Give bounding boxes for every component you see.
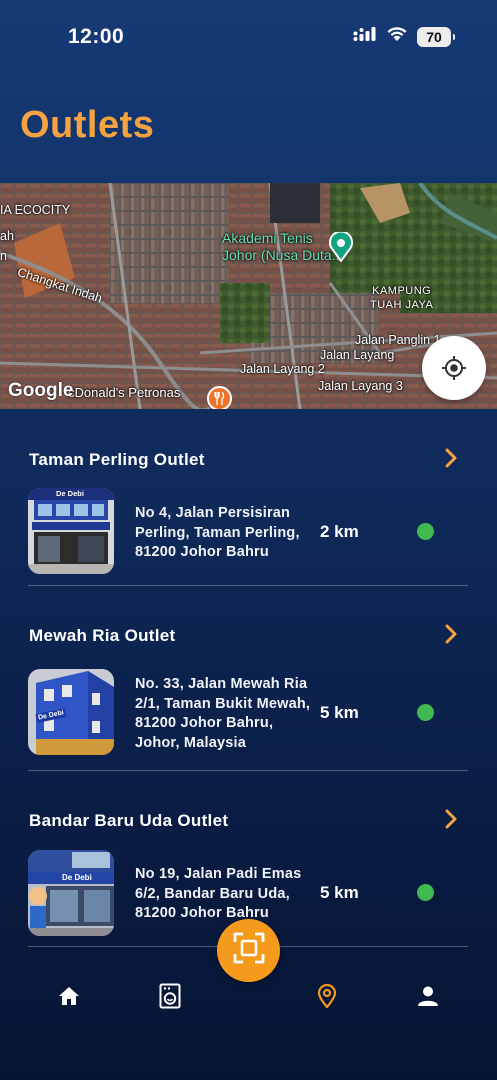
outlet-distance: 5 km [320,703,359,722]
map-label-kampung: KAMPUNG TUAH JAYA [370,285,434,311]
cellular-signal-icon [353,26,377,47]
outlet-map[interactable]: IA ECOCITY ah n Changkat Indah Akademi T… [0,183,497,409]
scan-button[interactable] [217,919,280,982]
outlet-address: No 19, Jalan Padi Emas 6/2, Bandar Baru … [135,866,302,921]
outlet-address: No. 33, Jalan Mewah Ria 2/1, Taman Bukit… [135,676,311,751]
chevron-right-icon[interactable] [443,448,459,473]
scan-icon [233,932,265,969]
status-time: 12:00 [68,25,125,48]
map-label-panglin: Jalan Panglin 1 [355,333,441,347]
nav-outlets[interactable] [307,982,347,1014]
profile-icon [417,986,439,1011]
divider [28,770,468,771]
outlet-thumbnail: De Debi [28,669,114,755]
outlet-header[interactable]: Taman Perling Outlet [28,430,468,469]
wifi-icon [386,26,408,47]
outlet-thumbnail-sign: De Debi [62,873,92,882]
nav-home[interactable] [49,982,89,1014]
google-attribution: Google [8,380,74,401]
nav-profile[interactable] [408,982,448,1014]
status-icons: 70 [353,26,455,47]
map-label-layang3: Jalan Layang 3 [318,379,403,393]
home-icon [58,986,80,1011]
status-bar: 12:00 70 [0,0,497,75]
outlet-thumbnail-sign: De Debi [56,489,84,498]
outlet-distance: 5 km [320,883,359,902]
outlet-status-indicator [417,884,434,901]
map-label-ecocity: IA ECOCITY [0,203,71,217]
outlet-header[interactable]: Bandar Baru Uda Outlet [28,791,468,830]
outlet-distance: 2 km [320,522,359,541]
my-location-icon [440,354,468,382]
battery-level: 70 [426,28,442,45]
page-title: Outlets [20,104,155,146]
battery-icon: 70 [417,26,455,47]
map-pin-icon[interactable] [328,232,354,262]
outlet-name: Mewah Ria Outlet [29,626,176,645]
outlet-status-indicator [417,523,434,540]
restaurant-icon[interactable] [207,386,232,409]
map-label-ah: ah [0,229,14,243]
outlet-name: Taman Perling Outlet [29,450,205,469]
outlet-status-indicator [417,704,434,721]
divider [28,585,468,586]
outlet-header[interactable]: Mewah Ria Outlet [28,606,468,645]
washing-machine-icon [159,983,181,1014]
outlet-name: Bandar Baru Uda Outlet [29,811,229,830]
map-label-petronas: cDonald's Petronas [68,385,181,400]
my-location-button[interactable] [422,336,486,400]
chevron-right-icon[interactable] [443,624,459,649]
outlet-thumbnail: De Debi [28,850,114,936]
outlet-thumbnail: De Debi [28,488,114,574]
chevron-right-icon[interactable] [443,809,459,834]
map-label-layang2: Jalan Layang 2 [240,362,325,376]
map-label-akademi: Akademi Tenis Johor (Nusa Duta... [222,230,344,263]
outlet-address: No 4, Jalan Persisiran Perling, Taman Pe… [135,505,300,560]
location-pin-icon [317,983,337,1013]
nav-laundry[interactable] [150,982,190,1014]
map-label-n: n [0,249,7,263]
map-label-layang: Jalan Layang [320,348,395,362]
